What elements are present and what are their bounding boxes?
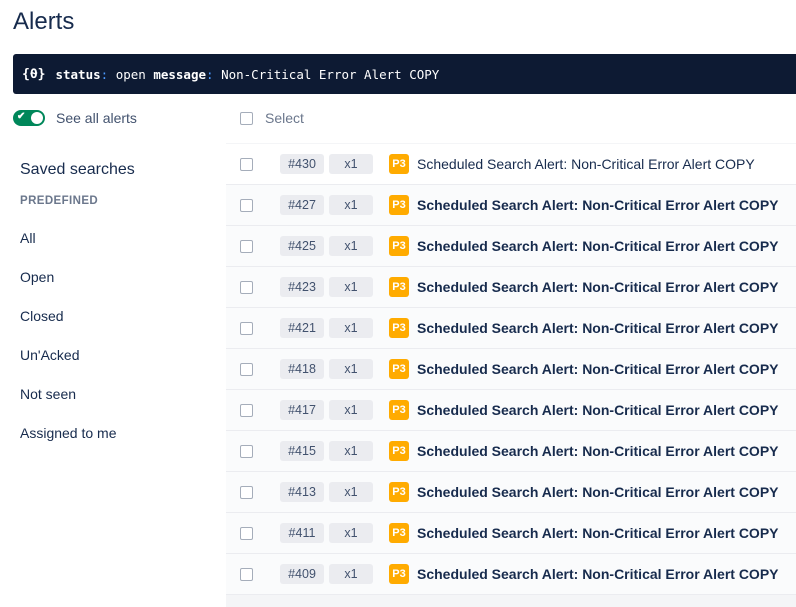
query-token-val: open <box>108 66 154 82</box>
alert-count-badge: x1 <box>329 482 373 502</box>
priority-badge: P3 <box>389 318 409 338</box>
alert-row-checkbox[interactable] <box>240 280 253 294</box>
alert-row-checkbox[interactable] <box>240 362 253 376</box>
check-icon: ✔ <box>17 111 26 122</box>
alert-title[interactable]: Scheduled Search Alert: Non-Critical Err… <box>417 566 779 582</box>
search-query-text[interactable]: status: open message: Non-Critical Error… <box>55 67 439 82</box>
sidebar-item-closed[interactable]: Closed <box>20 308 64 324</box>
alert-id-badge: #425 <box>280 236 324 256</box>
alert-row[interactable]: #430 x1 P3 Scheduled Search Alert: Non-Crit… <box>226 144 796 185</box>
alert-title[interactable]: Scheduled Search Alert: Non-Critical Err… <box>417 279 779 295</box>
priority-badge: P3 <box>389 359 409 379</box>
alert-id-badge: #415 <box>280 441 324 461</box>
alert-row[interactable]: #411 x1 P3 Scheduled Search Alert: Non-Crit… <box>226 513 796 554</box>
alert-row-checkbox[interactable] <box>240 526 253 540</box>
see-all-alerts-toggle[interactable]: ✔ <box>13 110 45 126</box>
toggle-knob <box>31 112 43 124</box>
saved-searches-heading: Saved searches <box>20 161 135 178</box>
alert-row-checkbox[interactable] <box>240 198 253 212</box>
alert-id-badge: #417 <box>280 400 324 420</box>
alert-row[interactable]: #417 x1 P3 Scheduled Search Alert: Non-Crit… <box>226 390 796 431</box>
alert-row[interactable]: #418 x1 P3 Scheduled Search Alert: Non-Crit… <box>226 349 796 390</box>
alert-count-badge: x1 <box>329 277 373 297</box>
alert-count-badge: x1 <box>329 400 373 420</box>
sidebar-item-not-seen[interactable]: Not seen <box>20 386 76 402</box>
alert-list: #430 x1 P3 Scheduled Search Alert: Non-Crit… <box>226 143 796 607</box>
alert-title[interactable]: Scheduled Search Alert: Non-Critical Err… <box>417 197 779 213</box>
alert-title[interactable]: Scheduled Search Alert: Non-Critical Err… <box>417 320 779 336</box>
alert-row-checkbox[interactable] <box>240 403 253 417</box>
alert-row[interactable]: #427 x1 P3 Scheduled Search Alert: Non-Crit… <box>226 185 796 226</box>
priority-badge: P3 <box>389 564 409 584</box>
saved-searches-sidebar: Saved searches PREDEFINED All Open Close… <box>0 143 226 607</box>
alert-row-checkbox[interactable] <box>240 321 253 335</box>
alert-row[interactable]: #409 x1 P3 Scheduled Search Alert: Non-Crit… <box>226 554 796 595</box>
see-all-alerts-label: See all alerts <box>56 110 137 126</box>
query-token-val: Non-Critical Error Alert COPY <box>213 66 440 82</box>
alert-id-badge: #418 <box>280 359 324 379</box>
sidebar-item-assigned-to-me[interactable]: Assigned to me <box>20 425 117 441</box>
alert-row[interactable]: #421 x1 P3 Scheduled Search Alert: Non-Crit… <box>226 308 796 349</box>
page-title: Alerts <box>13 8 75 35</box>
priority-badge: P3 <box>389 482 409 502</box>
alert-row[interactable]: #425 x1 P3 Scheduled Search Alert: Non-Crit… <box>226 226 796 267</box>
query-token-key: message <box>153 66 207 82</box>
alert-id-badge: #421 <box>280 318 324 338</box>
alert-row-checkbox[interactable] <box>240 567 253 581</box>
alert-title[interactable]: Scheduled Search Alert: Non-Critical Err… <box>417 156 755 172</box>
sidebar-item-unacked[interactable]: Un'Acked <box>20 347 79 363</box>
alert-row[interactable]: #413 x1 P3 Scheduled Search Alert: Non-Crit… <box>226 472 796 513</box>
alert-count-badge: x1 <box>329 441 373 461</box>
priority-badge: P3 <box>389 195 409 215</box>
search-bar[interactable]: {⍬} status: open message: Non-Critical E… <box>13 54 796 94</box>
select-all-row: Select <box>240 110 304 126</box>
alert-row-checkbox[interactable] <box>240 157 253 171</box>
priority-badge: P3 <box>389 441 409 461</box>
priority-badge: P3 <box>389 154 409 174</box>
alert-id-badge: #413 <box>280 482 324 502</box>
alert-row-checkbox[interactable] <box>240 444 253 458</box>
alert-count-badge: x1 <box>329 154 373 174</box>
alert-title[interactable]: Scheduled Search Alert: Non-Critical Err… <box>417 443 779 459</box>
alert-id-badge: #409 <box>280 564 324 584</box>
alert-id-badge: #411 <box>280 523 324 543</box>
alert-row-checkbox[interactable] <box>240 485 253 499</box>
alert-count-badge: x1 <box>329 564 373 584</box>
alert-row[interactable]: #423 x1 P3 Scheduled Search Alert: Non-Crit… <box>226 267 796 308</box>
alert-title[interactable]: Scheduled Search Alert: Non-Critical Err… <box>417 484 779 500</box>
select-all-checkbox[interactable] <box>240 111 253 125</box>
alert-title[interactable]: Scheduled Search Alert: Non-Critical Err… <box>417 402 779 418</box>
sidebar-item-all[interactable]: All <box>20 230 36 246</box>
alert-count-badge: x1 <box>329 523 373 543</box>
alert-title[interactable]: Scheduled Search Alert: Non-Critical Err… <box>417 525 779 541</box>
alert-title[interactable]: Scheduled Search Alert: Non-Critical Err… <box>417 238 779 254</box>
alert-count-badge: x1 <box>329 236 373 256</box>
alert-id-badge: #430 <box>280 154 324 174</box>
query-token-colon: : <box>206 66 214 82</box>
alert-row-checkbox[interactable] <box>240 239 253 253</box>
query-token-key: status <box>55 66 101 82</box>
sidebar-item-open[interactable]: Open <box>20 269 54 285</box>
alert-count-badge: x1 <box>329 359 373 379</box>
priority-badge: P3 <box>389 236 409 256</box>
alert-id-badge: #427 <box>280 195 324 215</box>
alert-count-badge: x1 <box>329 318 373 338</box>
see-all-alerts-row: ✔ See all alerts <box>13 110 137 126</box>
select-all-label: Select <box>265 110 304 126</box>
query-icon: {⍬} <box>22 66 46 82</box>
predefined-section-label: PREDEFINED <box>20 195 99 207</box>
alert-title[interactable]: Scheduled Search Alert: Non-Critical Err… <box>417 361 779 377</box>
priority-badge: P3 <box>389 277 409 297</box>
alert-row[interactable]: #415 x1 P3 Scheduled Search Alert: Non-Crit… <box>226 431 796 472</box>
priority-badge: P3 <box>389 400 409 420</box>
alert-id-badge: #423 <box>280 277 324 297</box>
alert-count-badge: x1 <box>329 195 373 215</box>
priority-badge: P3 <box>389 523 409 543</box>
